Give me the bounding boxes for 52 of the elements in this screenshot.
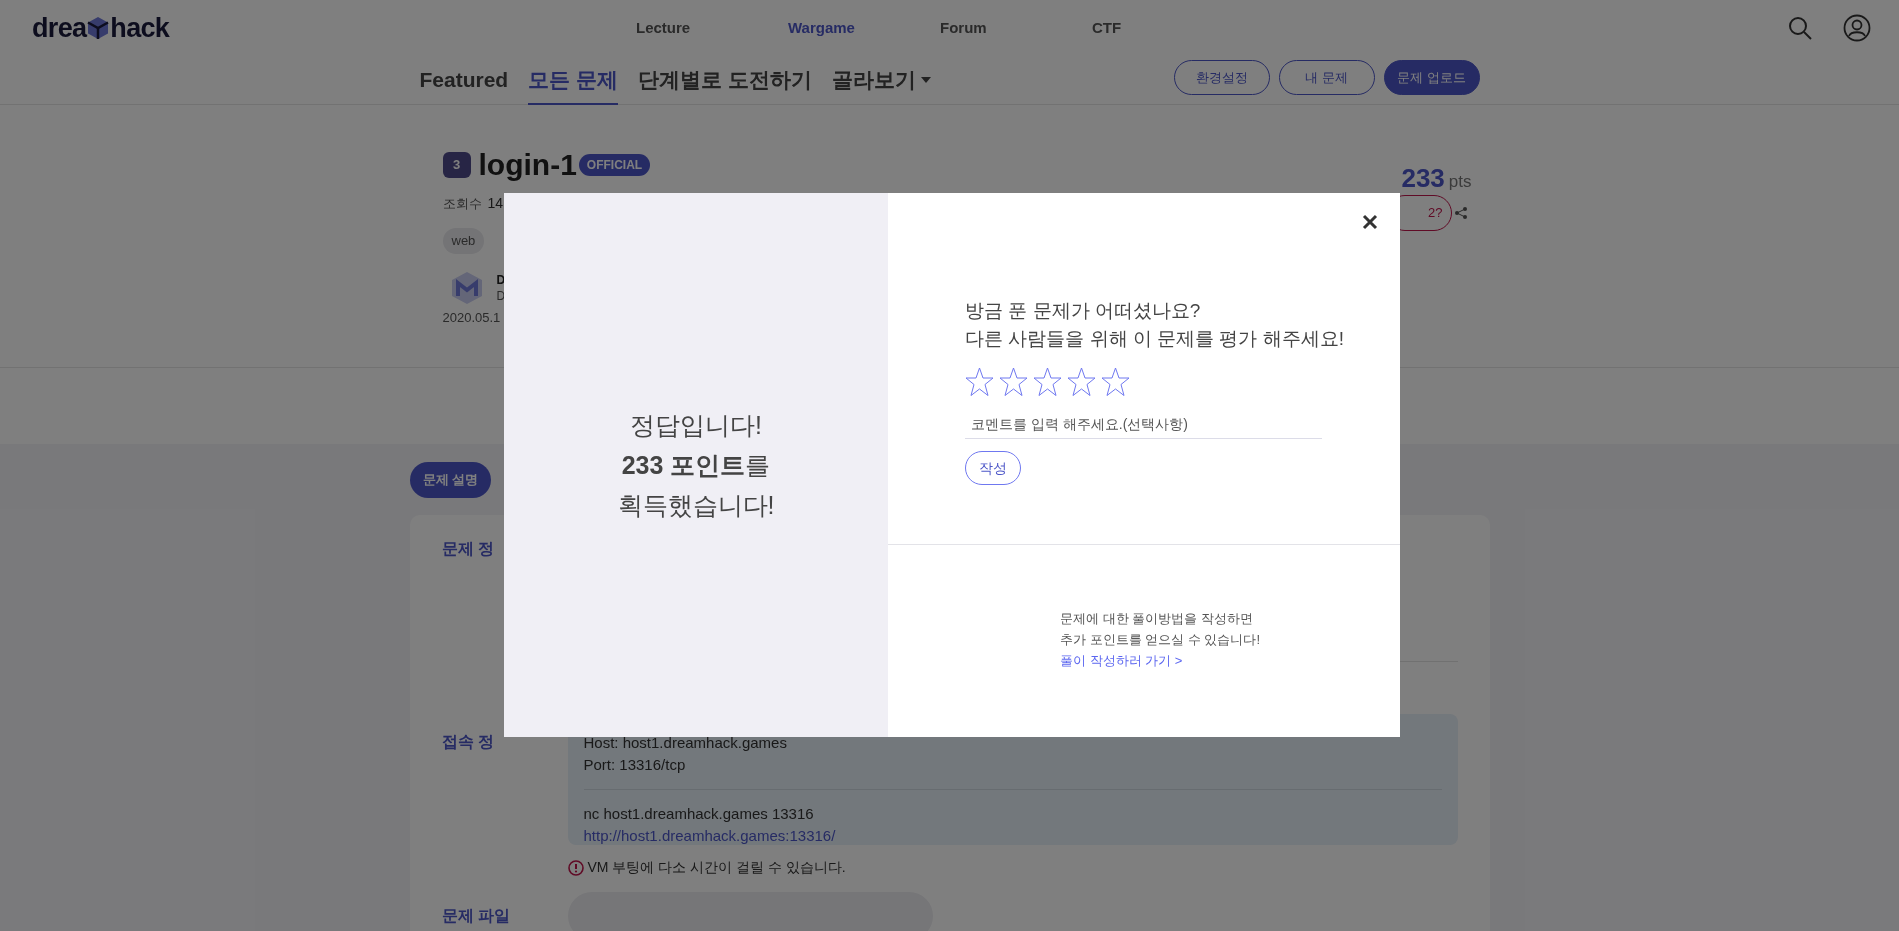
logo-text[interactable]: hack (110, 7, 170, 49)
nav-link[interactable]: Lecture (636, 16, 788, 40)
nav-link[interactable]: Forum (940, 16, 1092, 40)
points-value: 233 (1401, 162, 1445, 195)
official-badge: OFFICIAL (578, 153, 651, 176)
detail-tab[interactable]: 문제 설명 (409, 462, 492, 498)
category-tab[interactable]: 단계별로 도전하기 (638, 56, 812, 105)
logo-text[interactable]: drea (32, 7, 87, 49)
stat-value: 14 (487, 194, 504, 213)
close-icon (1362, 214, 1378, 230)
writeup-link[interactable]: 풀이 작성하러 가기 > (1060, 650, 1400, 671)
result-text: 획득했습니다! (617, 490, 775, 521)
star-icon[interactable] (999, 367, 1028, 397)
warning-icon (567, 859, 584, 876)
date-text: 2020.05.1 (442, 308, 501, 327)
writeup-text: 문제에 대한 풀이방법을 작성하면 추가 포인트를 얻으실 수 있습니다! (1060, 610, 1262, 649)
connection-text: Host: host1.dreamhack.games (583, 733, 788, 753)
level-badge: 3 (442, 151, 471, 178)
share-icon (1453, 206, 1468, 220)
header-button[interactable]: 내 문제 (1278, 60, 1375, 95)
notice-text: VM 부팅에 다소 시간이 걸릴 수 있습니다. (587, 858, 846, 877)
caret-icon (919, 75, 932, 84)
connection-text: Port: 13316/tcp (583, 755, 687, 775)
challenge-title: login-1 (478, 147, 577, 183)
star-icon[interactable] (1033, 367, 1062, 397)
author-name[interactable]: D (496, 271, 506, 288)
section-label: 접속 정 (441, 732, 495, 752)
stat-label: 조회수 (442, 194, 482, 213)
result-text: 정답입니다! (630, 410, 762, 441)
url-link[interactable]: http://host1.dreamhack.games:13316/ (583, 827, 836, 844)
comment-field[interactable]: 코멘트를 입력 해주세요.(선택사항) (965, 409, 1322, 439)
search-icon (1787, 15, 1813, 41)
section-label: 문제 정 (441, 539, 495, 559)
nav-link[interactable]: CTF (1092, 16, 1244, 40)
tag-chip[interactable]: web (442, 228, 485, 254)
author-subtitle: D (496, 287, 506, 304)
rating-question: 방금 푼 문제가 어떠셨나요? 다른 사람들을 위해 이 문제를 평가 해주세요! (965, 299, 1345, 351)
header-button[interactable]: 문제 업로드 (1383, 60, 1480, 95)
nav-link[interactable]: Wargame (788, 16, 940, 40)
result-text: 233 포인트를 (621, 450, 771, 481)
star-icon[interactable] (1067, 367, 1096, 397)
category-tab[interactable]: 모든 문제 (528, 56, 619, 105)
star-icon[interactable] (1101, 367, 1130, 397)
category-tab[interactable]: Featured (419, 56, 509, 105)
category-tab[interactable]: 골라보기 (831, 56, 932, 105)
points-unit: pts (1448, 171, 1472, 193)
section-label: 문제 파일 (441, 906, 511, 926)
star-icon[interactable] (965, 367, 994, 397)
header-button[interactable]: 환경설정 (1173, 60, 1270, 95)
command-text: nc host1.dreamhack.games 13316 (583, 804, 815, 824)
logo-cube-icon (87, 16, 110, 40)
user-icon (1843, 14, 1871, 42)
